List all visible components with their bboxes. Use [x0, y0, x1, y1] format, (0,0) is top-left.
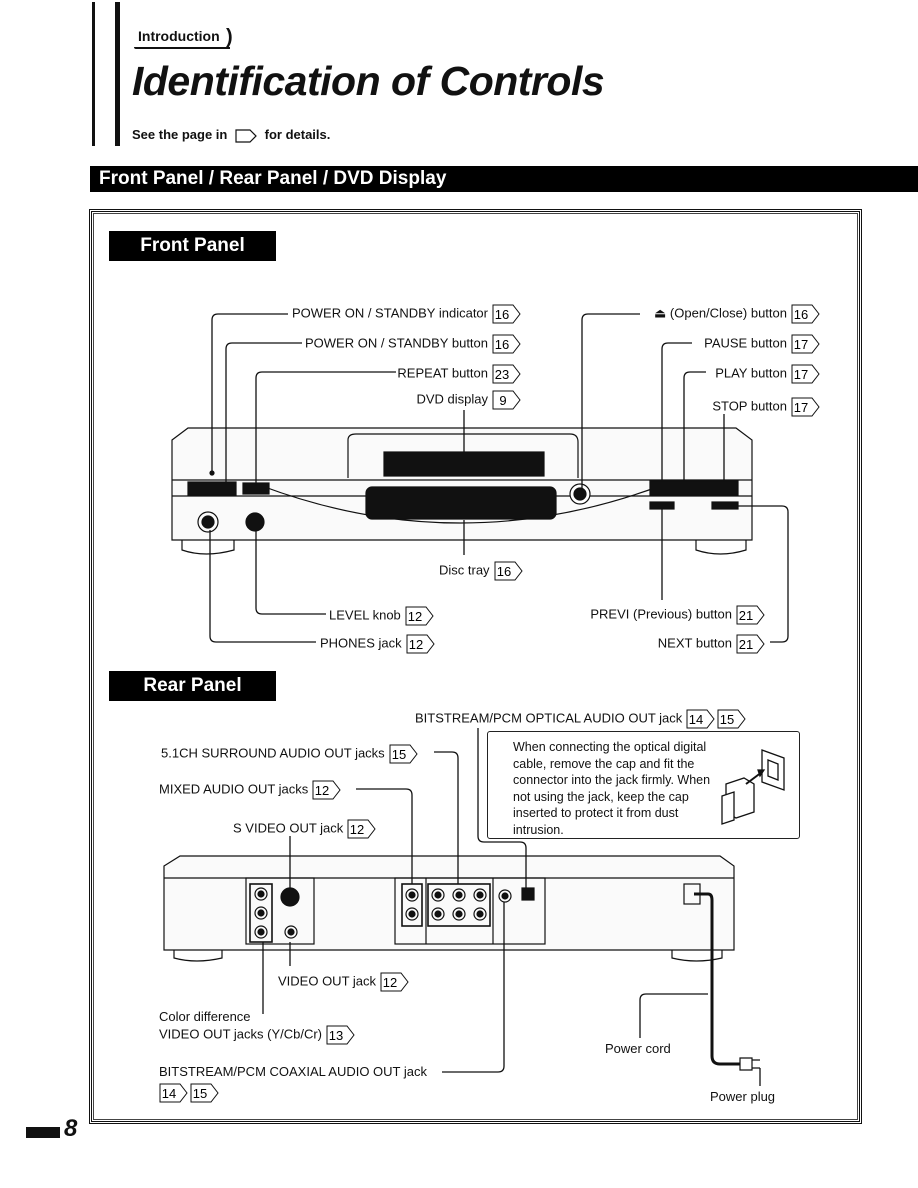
callout-label: PLAY button	[715, 365, 787, 381]
callout-stop-button: STOP button 17	[712, 397, 821, 417]
page-ref-icon[interactable]: 21	[736, 605, 766, 625]
page-ref-icon[interactable]: 12	[406, 634, 436, 654]
callout-phones-jack: PHONES jack 12	[320, 634, 436, 654]
page-ref-icon[interactable]: 23	[492, 364, 522, 384]
svg-text:17: 17	[794, 337, 808, 352]
page-ref-icon[interactable]: 16	[492, 304, 522, 324]
svg-text:12: 12	[408, 609, 422, 624]
callout-label: ⏏ (Open/Close) button	[654, 305, 787, 321]
svg-text:12: 12	[350, 822, 364, 837]
svg-text:15: 15	[391, 747, 405, 762]
svg-text:16: 16	[794, 307, 808, 322]
callout-label: PREVI (Previous) button	[590, 606, 732, 622]
callout-video-out: VIDEO OUT jack 12	[278, 972, 410, 992]
page-ref-icon[interactable]: 15	[389, 744, 419, 764]
page-ref-icon[interactable]: 14	[686, 709, 716, 729]
svg-text:14: 14	[162, 1086, 176, 1101]
svg-text:17: 17	[794, 400, 808, 415]
callout-power-button: POWER ON / STANDBY button 16	[305, 334, 522, 354]
page-ref-icon[interactable]: 17	[791, 334, 821, 354]
svg-text:21: 21	[739, 637, 753, 652]
callout-power-indicator: POWER ON / STANDBY indicator 16	[292, 304, 522, 324]
callout-label: VIDEO OUT jack	[278, 973, 377, 989]
page-ref-icon[interactable]: 12	[312, 780, 342, 800]
callout-color-difference-video-out: Color difference VIDEO OUT jacks (Y/Cb/C…	[159, 1009, 356, 1045]
page-ref-icon[interactable]: 16	[791, 304, 821, 324]
svg-text:9: 9	[499, 393, 506, 408]
front-panel-illustration	[171, 427, 753, 555]
callout-label: BITSTREAM/PCM COAXIAL AUDIO OUT jack	[159, 1064, 427, 1079]
svg-text:16: 16	[495, 337, 509, 352]
callout-label: REPEAT button	[397, 365, 488, 381]
svg-text:15: 15	[720, 712, 734, 727]
callout-label: BITSTREAM/PCM OPTICAL AUDIO OUT jack	[415, 710, 683, 726]
callout-label: Disc tray	[439, 562, 490, 578]
callout-label: STOP button	[712, 398, 787, 414]
callout-label: PHONES jack	[320, 635, 402, 651]
page-ref-icon[interactable]: 15	[190, 1083, 220, 1103]
callout-play-button: PLAY button 17	[715, 364, 821, 384]
callout-label: DVD display	[416, 391, 488, 407]
svg-text:12: 12	[315, 783, 329, 798]
page-ref-icon[interactable]: 13	[326, 1025, 356, 1045]
device-illustrations	[163, 313, 789, 1086]
callout-label: PAUSE button	[704, 335, 787, 351]
callout-s-video-out: S VIDEO OUT jack 12	[233, 819, 377, 839]
page-ref-icon[interactable]: 16	[494, 561, 524, 581]
callout-power-cord: Power cord	[605, 1041, 671, 1056]
rear-panel-heading: Rear Panel	[109, 671, 276, 701]
callout-optical-audio-out: BITSTREAM/PCM OPTICAL AUDIO OUT jack 14 15	[415, 709, 747, 729]
callout-label: POWER ON / STANDBY button	[304, 335, 488, 351]
page-ref-icon[interactable]: 9	[492, 390, 522, 410]
callout-open-close-button: ⏏ (Open/Close) button 16	[654, 304, 821, 324]
callout-label-line1: Color difference	[159, 1009, 251, 1024]
callout-level-knob: LEVEL knob 12	[329, 606, 435, 626]
optical-cap-note-text: When connecting the optical digital cabl…	[513, 740, 711, 837]
callout-coaxial-audio-out: BITSTREAM/PCM COAXIAL AUDIO OUT jack 14 1…	[159, 1064, 427, 1103]
callout-disc-tray: Disc tray 16	[439, 561, 524, 581]
page-ref-icon[interactable]: 17	[791, 364, 821, 384]
svg-text:23: 23	[495, 367, 509, 382]
page-ref-icon[interactable]: 16	[492, 334, 522, 354]
svg-text:12: 12	[383, 975, 397, 990]
svg-text:12: 12	[408, 637, 422, 652]
callout-power-plug: Power plug	[710, 1089, 776, 1104]
page-ref-icon[interactable]: 12	[380, 972, 410, 992]
callout-label: 5.1CH SURROUND AUDIO OUT jacks	[161, 745, 385, 761]
page-ref-icon[interactable]: 12	[405, 606, 435, 626]
page-ref-icon[interactable]: 14	[159, 1083, 189, 1103]
callout-label: LEVEL knob	[329, 607, 401, 623]
page-ref-icon[interactable]: 12	[347, 819, 377, 839]
svg-text:13: 13	[329, 1028, 343, 1043]
callout-label: MIXED AUDIO OUT jacks	[159, 781, 309, 797]
optical-cap-note: When connecting the optical digital cabl…	[487, 731, 800, 839]
callout-surround-audio-out: 5.1CH SURROUND AUDIO OUT jacks 15	[161, 744, 419, 764]
callout-mixed-audio-out: MIXED AUDIO OUT jacks 12	[159, 780, 342, 800]
page-number: 8	[64, 1115, 78, 1142]
front-panel-heading: Front Panel	[109, 231, 276, 261]
page-number-marker	[26, 1127, 60, 1138]
svg-text:21: 21	[739, 608, 753, 623]
page-ref-icon[interactable]: 17	[791, 397, 821, 417]
callout-label: POWER ON / STANDBY indicator	[291, 305, 488, 321]
svg-text:16: 16	[496, 564, 510, 579]
callout-repeat-button: REPEAT button 23	[397, 364, 522, 384]
callout-dvd-display: DVD display 9	[416, 390, 522, 410]
svg-text:15: 15	[193, 1086, 207, 1101]
callout-next-button: NEXT button 21	[658, 634, 766, 654]
svg-text:14: 14	[689, 712, 703, 727]
page-ref-icon[interactable]: 15	[717, 709, 747, 729]
svg-text:17: 17	[794, 367, 808, 382]
svg-text:16: 16	[495, 307, 509, 322]
callout-label: S VIDEO OUT jack	[233, 820, 344, 836]
callout-label: VIDEO OUT jacks (Y/Cb/Cr)	[159, 1026, 323, 1042]
callout-pause-button: PAUSE button 17	[704, 334, 821, 354]
callout-previous-button: PREVI (Previous) button 21	[590, 605, 766, 625]
optical-cap-icon	[721, 749, 785, 825]
callout-label: NEXT button	[657, 635, 732, 651]
page-ref-icon[interactable]: 21	[736, 634, 766, 654]
